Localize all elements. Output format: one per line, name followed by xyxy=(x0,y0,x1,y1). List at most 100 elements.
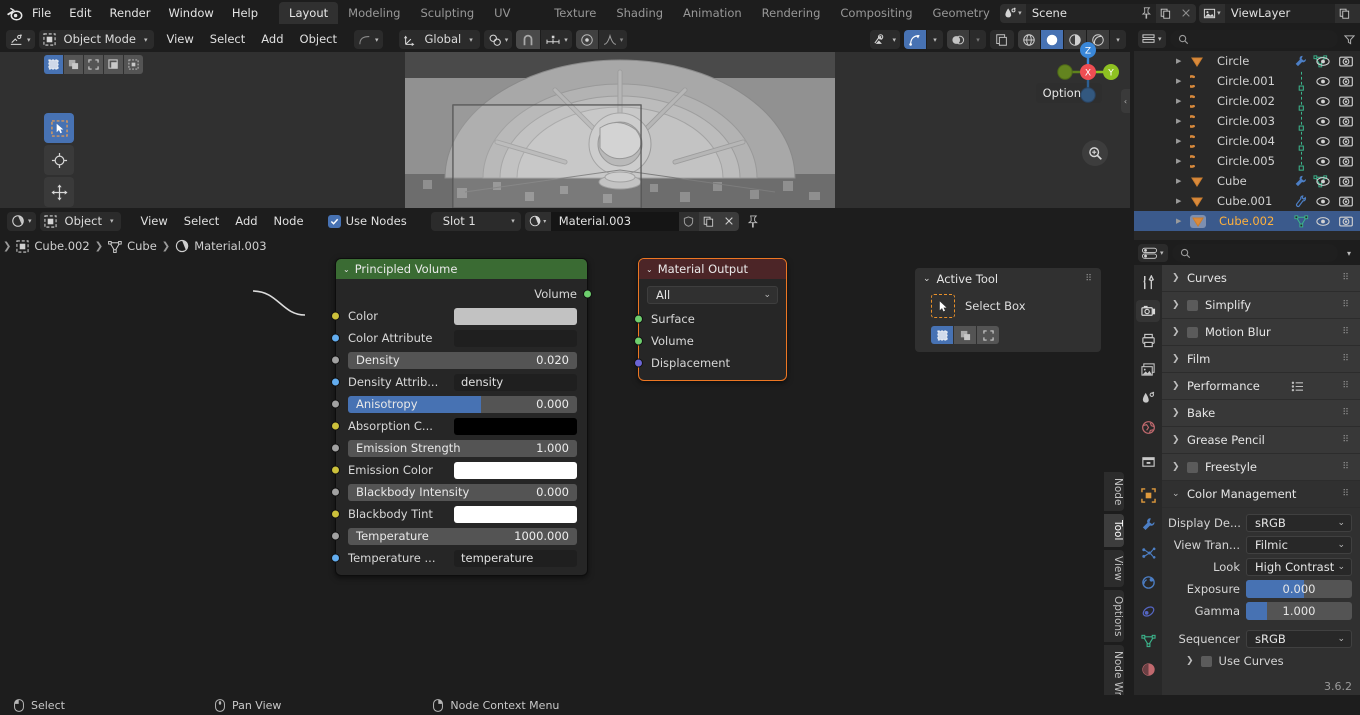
viewlayer-name[interactable]: ViewLayer xyxy=(1224,3,1335,23)
camera-icon[interactable] xyxy=(1339,75,1353,88)
input-socket[interactable] xyxy=(331,355,340,365)
node-principled-volume[interactable]: ⌄ Principled Volume Volume Color Color Att… xyxy=(331,258,592,576)
eye-icon[interactable] xyxy=(1316,196,1330,207)
unlink-material-icon[interactable] xyxy=(718,211,739,231)
viewlayer-selector[interactable]: ▾ ViewLayer xyxy=(1198,3,1360,23)
workspace-tabs[interactable]: LayoutModelingSculptingUV EditingTexture… xyxy=(279,0,1000,42)
outliner-row-cube[interactable]: ▶ Cube xyxy=(1134,171,1360,191)
panel-checkbox[interactable] xyxy=(1187,326,1198,338)
breadcrumb[interactable]: ❯ Cube.002 ❯ Cube ❯ Material.003 xyxy=(0,234,1130,258)
chevron-right-icon[interactable]: ❯ xyxy=(1172,354,1180,364)
cm-slider[interactable]: 0.000 xyxy=(1246,580,1352,598)
tool-mode-buttons[interactable] xyxy=(931,326,1101,344)
outliner-display-mode[interactable]: ▾ xyxy=(1138,30,1166,48)
node-value-field[interactable]: Temperature 1000.000 xyxy=(348,527,577,545)
node-value-field[interactable]: Emission Strength 1.000 xyxy=(348,439,577,457)
use-curves-checkbox[interactable] xyxy=(1200,655,1212,667)
select-intersect-icon[interactable] xyxy=(124,55,143,74)
panel-checkbox[interactable] xyxy=(1187,299,1198,311)
node-input-row[interactable]: Blackbody Intensity 0.000 xyxy=(331,481,587,503)
eye-icon[interactable] xyxy=(1316,56,1330,67)
node-input-row[interactable]: Blackbody Tint xyxy=(331,503,587,525)
node-sidebar-tabs[interactable]: Node Tool View Options Node Wrangler xyxy=(1104,472,1124,715)
input-socket[interactable] xyxy=(634,314,643,324)
properties-panel-color-management[interactable]: ⌄ Color Management ⠿ xyxy=(1162,481,1360,508)
properties-editor[interactable]: ▾ ▾ ❯ Curves ⠿ ❯ Simplify ⠿ ❯ Motion Blu… xyxy=(1134,241,1360,695)
cm-dropdown[interactable]: sRGB ⌄ xyxy=(1246,630,1352,648)
select-invert-icon[interactable] xyxy=(104,55,123,74)
scene-close-icon[interactable] xyxy=(1175,3,1196,23)
input-socket[interactable] xyxy=(331,443,340,453)
workspace-tab-uv-editing[interactable]: UV Editing xyxy=(484,2,544,42)
workspace-tab-texture-paint[interactable]: Texture Paint xyxy=(544,2,606,42)
properties-panel-grease-pencil[interactable]: ❯ Grease Pencil ⠿ xyxy=(1162,427,1360,454)
snap-group[interactable]: ▾ xyxy=(516,30,572,49)
mesh-data-icon[interactable] xyxy=(1294,110,1309,132)
node-sidebar-tab-tool[interactable]: Tool xyxy=(1104,514,1124,547)
node-text-field[interactable]: temperature xyxy=(454,549,577,567)
select-mode-row[interactable] xyxy=(44,55,143,74)
outliner-filter-icon[interactable] xyxy=(1342,34,1356,45)
node-input-row[interactable]: Temperature 1000.000 xyxy=(331,525,587,547)
physics-icon[interactable] xyxy=(1136,571,1160,593)
modifier-icon[interactable] xyxy=(1294,55,1307,68)
menu-help[interactable]: Help xyxy=(223,3,267,23)
modifier-icon[interactable] xyxy=(1136,513,1160,535)
outliner-row-circle[interactable]: ▶ Circle xyxy=(1134,51,1360,71)
node-menu-view[interactable]: View xyxy=(133,212,176,231)
material-output-target-dropdown[interactable]: All ⌄ xyxy=(647,286,778,304)
viewport-menu-add[interactable]: Add xyxy=(253,30,291,49)
node-color-swatch[interactable] xyxy=(454,461,577,479)
cm-row-viewtran[interactable]: View Tran... Filmic ⌄ xyxy=(1162,534,1360,556)
overlay-icon[interactable] xyxy=(947,30,969,49)
proportional-icon[interactable] xyxy=(575,30,598,49)
breadcrumb-label-1[interactable]: Cube xyxy=(127,239,157,253)
mesh-data-icon[interactable] xyxy=(1294,130,1309,152)
node-input-row[interactable]: Surface xyxy=(634,308,786,330)
duplicate-material-icon[interactable] xyxy=(698,211,719,231)
tool-move[interactable] xyxy=(44,177,74,207)
node-editor-type-button[interactable]: ▾ xyxy=(7,211,36,231)
node-value-field[interactable]: Anisotropy 0.000 xyxy=(348,395,577,413)
node-header-material-output[interactable]: ⌄ Material Output xyxy=(639,259,786,279)
modifier-icon[interactable] xyxy=(1294,175,1307,188)
workspace-tab-rendering[interactable]: Rendering xyxy=(752,2,831,24)
expand-arrow-icon[interactable]: ▶ xyxy=(1176,97,1181,105)
data-icon[interactable] xyxy=(1136,629,1160,651)
node-editor-body[interactable]: ❯ Cube.002 ❯ Cube ❯ Material.003 ⌄ Princ… xyxy=(0,234,1130,715)
input-socket[interactable] xyxy=(331,377,340,387)
chevron-right-icon[interactable]: ❯ xyxy=(1186,656,1194,666)
chevron-right-icon[interactable]: ❯ xyxy=(1172,300,1180,310)
expand-arrow-icon[interactable]: ▶ xyxy=(1176,177,1181,185)
chevron-down-icon[interactable]: ⌄ xyxy=(923,274,931,284)
transform-orientation-dropdown[interactable]: Global ▾ xyxy=(398,30,480,49)
menu-window[interactable]: Window xyxy=(159,3,222,23)
shader-node-editor[interactable]: ▾ Object ▾ View Select Add Node Use Nodes S… xyxy=(0,208,1130,715)
object-mode-dropdown[interactable]: Object Mode ▾ xyxy=(38,30,155,49)
node-color-swatch[interactable] xyxy=(454,505,577,523)
workspace-tab-geometry-noc[interactable]: Geometry Noc xyxy=(923,2,1000,42)
node-sidebar-tab-options[interactable]: Options xyxy=(1104,589,1124,643)
workspace-tab-compositing[interactable]: Compositing xyxy=(830,2,922,24)
zoom-icon[interactable] xyxy=(1082,140,1108,166)
workspace-tab-animation[interactable]: Animation xyxy=(673,2,752,24)
viewport-menu-select[interactable]: Select xyxy=(202,30,253,49)
node-input-row[interactable]: Temperature ... temperature xyxy=(331,547,587,569)
viewlayer-close-icon[interactable] xyxy=(1354,3,1360,23)
drag-dots-icon[interactable]: ⠿ xyxy=(1342,435,1350,445)
input-socket[interactable] xyxy=(331,487,340,497)
drag-dots-icon[interactable]: ⠿ xyxy=(1085,274,1093,284)
pivot-point-dropdown[interactable]: ▾ xyxy=(483,30,513,49)
cm-row-look[interactable]: Look High Contrast ⌄ xyxy=(1162,556,1360,578)
gizmo-group[interactable]: ▾ xyxy=(904,30,943,49)
drag-dots-icon[interactable]: ⠿ xyxy=(1342,408,1350,418)
scene-selector[interactable]: ▾ Scene xyxy=(999,3,1196,23)
drag-dots-icon[interactable]: ⠿ xyxy=(1342,273,1350,283)
cm-row-exposure[interactable]: Exposure 0.000 xyxy=(1162,578,1360,600)
collapse-chevron-icon[interactable]: ⌄ xyxy=(343,265,350,274)
falloff-dropdown[interactable]: ▾ xyxy=(598,30,628,49)
input-socket[interactable] xyxy=(331,553,340,563)
material-icon[interactable]: ▾ xyxy=(524,211,551,231)
camera-icon[interactable] xyxy=(1339,195,1353,208)
node-input-row[interactable]: Displacement xyxy=(634,352,786,374)
